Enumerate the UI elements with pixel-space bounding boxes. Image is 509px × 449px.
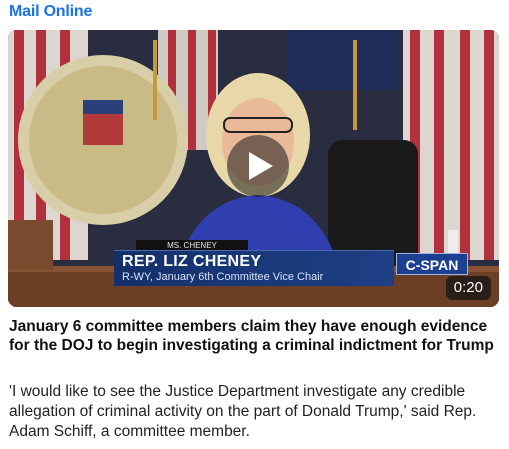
lower-third-banner: REP. LIZ CHENEY R-WY, January 6th Commit… bbox=[114, 250, 394, 286]
video-player[interactable]: MS. CHENEY REP. LIZ CHENEY R-WY, January… bbox=[8, 30, 499, 307]
article-headline[interactable]: January 6 committee members claim they h… bbox=[9, 317, 501, 355]
video-duration: 0:20 bbox=[445, 276, 491, 300]
network-logo: C-SPAN bbox=[396, 253, 468, 275]
source-name[interactable]: Mail Online bbox=[9, 3, 92, 21]
speaker-title: R-WY, January 6th Committee Vice Chair bbox=[122, 271, 324, 283]
play-button[interactable] bbox=[227, 135, 289, 197]
speaker-name: REP. LIZ CHENEY bbox=[122, 253, 262, 270]
play-icon bbox=[248, 152, 273, 180]
article-summary: 'I would like to see the Justice Departm… bbox=[9, 383, 477, 440]
